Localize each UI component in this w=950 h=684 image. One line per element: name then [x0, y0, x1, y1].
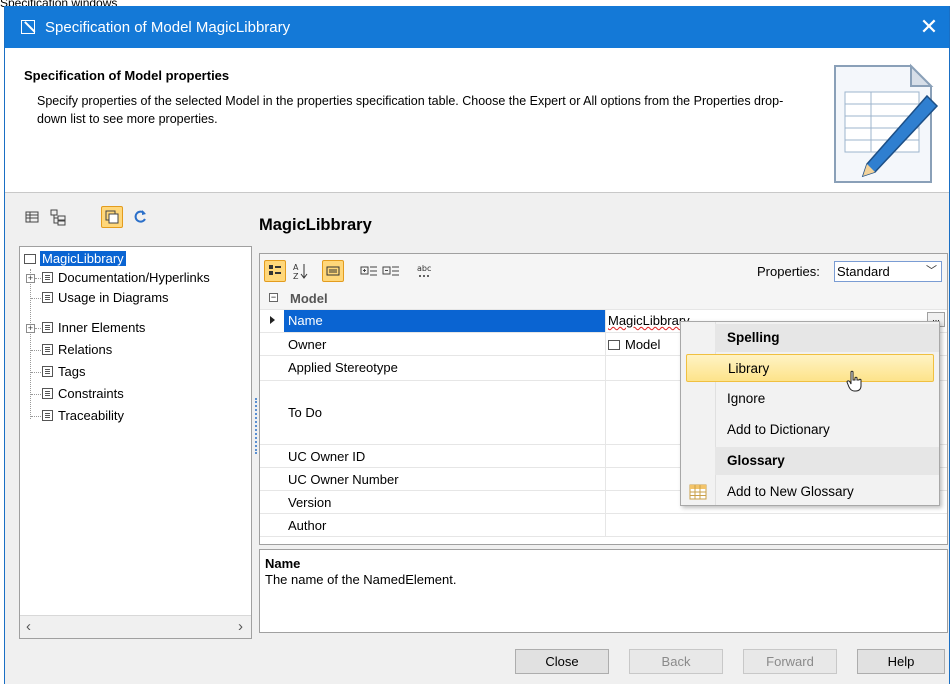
menu-icon-column — [681, 322, 716, 505]
menu-item-add-to-new-glossary[interactable]: Add to New Glossary — [715, 478, 935, 506]
specification-window: Specification of Model MagicLibbrary ✕ S… — [4, 6, 950, 684]
property-key: Author — [288, 518, 327, 533]
element-icon — [42, 344, 53, 355]
properties-filter-select[interactable]: Standard ﹀ — [834, 261, 942, 282]
expand-icon[interactable]: + — [26, 274, 35, 283]
tree-item-inner-elements[interactable]: Inner Elements — [42, 318, 145, 338]
spell-check-icon[interactable]: abc — [414, 260, 436, 282]
owner-value[interactable]: Model — [608, 337, 660, 352]
row-pointer-icon — [270, 316, 275, 324]
menu-header-spelling: Spelling — [715, 324, 939, 352]
help-button[interactable]: Help — [857, 649, 945, 674]
chevron-down-icon: ﹀ — [926, 265, 937, 277]
tree-item-root[interactable]: MagicLibbrary — [24, 249, 126, 269]
header-title: Specification of Model properties — [24, 68, 230, 83]
tree-item-constraints[interactable]: Constraints — [42, 384, 124, 404]
menu-item-suggestion[interactable]: Library — [686, 354, 934, 382]
tree-item-label: Constraints — [58, 386, 124, 401]
description-text: The name of the NamedElement. — [265, 572, 457, 587]
collapse-icon[interactable]: − — [269, 293, 278, 302]
element-icon — [42, 322, 53, 333]
description-panel: Name The name of the NamedElement. — [259, 549, 948, 633]
close-icon[interactable]: ✕ — [909, 6, 949, 48]
property-key: UC Owner Number — [288, 472, 399, 487]
tree-item-label: Relations — [58, 342, 113, 357]
model-icon — [24, 254, 36, 264]
element-icon — [42, 292, 53, 303]
property-key: UC Owner ID — [288, 449, 366, 464]
tree-view-icon[interactable] — [47, 206, 69, 228]
header-description: Specify properties of the selected Model… — [37, 94, 784, 126]
window-title: Specification of Model MagicLibbrary — [45, 19, 291, 36]
menu-header-glossary: Glossary — [715, 447, 939, 475]
tree-item-relations[interactable]: Relations — [42, 340, 112, 360]
properties-filter-value: Standard — [837, 264, 890, 279]
tree-item-label: Tags — [58, 364, 86, 379]
forward-button[interactable]: Forward — [743, 649, 837, 674]
svg-text:A: A — [293, 263, 299, 272]
glossary-table-icon — [689, 484, 707, 500]
sort-az-icon[interactable]: AZ — [290, 260, 312, 282]
property-row-author[interactable]: Author — [260, 514, 947, 537]
tree-item-documentation[interactable]: Documentation/Hyperlinks — [42, 268, 210, 288]
mouse-cursor-icon — [846, 370, 862, 392]
document-pencil-icon — [834, 63, 939, 183]
menu-item-ignore[interactable]: Ignore — [715, 385, 935, 413]
element-icon — [42, 410, 53, 421]
owner-value-text: Model — [625, 337, 661, 352]
properties-toolbar: AZ abc Properties: Standard ﹀ — [260, 254, 947, 289]
group-label: Model — [290, 291, 328, 306]
group-row-model[interactable]: − Model — [260, 288, 947, 310]
title-bar: Specification of Model MagicLibbrary ✕ — [5, 6, 949, 48]
compact-view-icon[interactable] — [101, 206, 123, 228]
spelling-context-menu: Spelling Library Ignore Add to Dictionar… — [680, 321, 940, 506]
property-key: Applied Stereotype — [288, 360, 398, 375]
tree-item-traceability[interactable]: Traceability — [42, 406, 124, 426]
back-button[interactable]: Back — [629, 649, 723, 674]
tree-item-usage[interactable]: Usage in Diagrams — [42, 288, 169, 308]
scroll-left-icon[interactable]: ‹ — [26, 618, 31, 635]
properties-filter-label: Properties: — [757, 264, 820, 279]
list-view-icon[interactable] — [21, 206, 43, 228]
header-panel: Specification of Model properties Specif… — [5, 48, 949, 193]
scroll-right-icon[interactable]: › — [238, 618, 243, 635]
tree-item-label: Documentation/Hyperlinks — [58, 270, 210, 285]
element-icon — [42, 272, 53, 283]
tree-item-tags[interactable]: Tags — [42, 362, 85, 382]
navigation-tree[interactable]: MagicLibbrary + Documentation/Hyperlinks… — [19, 246, 252, 639]
element-icon — [42, 366, 53, 377]
svg-text:Z: Z — [293, 272, 299, 281]
expand-icon[interactable]: + — [26, 324, 35, 333]
property-key: Version — [288, 495, 332, 510]
categorize-icon[interactable] — [264, 260, 286, 282]
specification-icon — [21, 20, 35, 34]
svg-text:abc: abc — [417, 264, 431, 273]
model-icon — [608, 340, 620, 350]
panel-title: MagicLibbrary — [259, 216, 372, 234]
tree-item-label: MagicLibbrary — [40, 251, 126, 266]
refresh-icon[interactable] — [129, 206, 151, 228]
description-title: Name — [265, 556, 301, 571]
property-key: To Do — [288, 405, 322, 420]
expand-all-icon[interactable] — [358, 260, 380, 282]
tree-item-label: Inner Elements — [58, 320, 146, 335]
menu-item-add-to-dictionary[interactable]: Add to Dictionary — [715, 416, 935, 444]
tree-item-label: Usage in Diagrams — [58, 290, 169, 305]
collapse-all-icon[interactable] — [380, 260, 402, 282]
tree-item-label: Traceability — [58, 408, 124, 423]
property-key: Name — [284, 310, 605, 332]
element-icon — [42, 388, 53, 399]
name-value-field[interactable]: MagicLibbrary — [608, 313, 690, 328]
property-key: Owner — [288, 337, 327, 352]
close-button[interactable]: Close — [515, 649, 609, 674]
description-toggle-icon[interactable] — [322, 260, 344, 282]
horizontal-scrollbar[interactable]: ‹ › — [20, 615, 251, 638]
